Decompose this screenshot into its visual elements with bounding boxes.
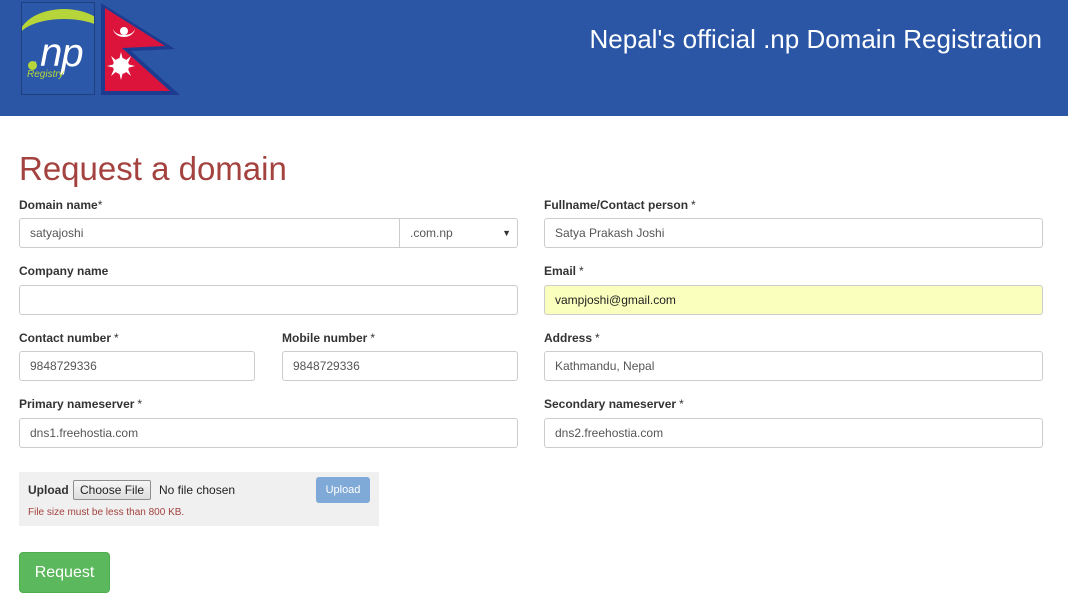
domain-name-input[interactable]: satyajoshi [19,218,400,248]
primary-nameserver-label: Primary nameserver * [19,397,142,411]
secondary-nameserver-input[interactable]: dns2.freehostia.com [544,418,1043,448]
required-mark: * [595,331,600,345]
site-header: .np Registry Nepal's official .np Domain… [0,0,1068,116]
upload-label: Upload [28,483,69,497]
contact-number-label-text: Contact number [19,331,112,345]
primary-nameserver-input[interactable]: dns1.freehostia.com [19,418,518,448]
tld-select[interactable]: .com.np ▼ [399,218,518,248]
fullname-input[interactable]: Satya Prakash Joshi [544,218,1043,248]
required-mark: * [579,264,584,278]
choose-file-button[interactable]: Choose File [73,480,152,500]
chevron-down-icon: ▼ [502,228,511,238]
required-mark: * [679,397,684,411]
contact-number-label: Contact number * [19,331,119,345]
mobile-number-label-text: Mobile number [282,331,368,345]
email-label-text: Email [544,264,577,278]
required-mark: * [114,331,119,345]
company-name-label: Company name [19,264,109,278]
required-mark: * [97,198,103,212]
request-button[interactable]: Request [19,552,110,593]
domain-name-label: Domain name* [19,198,102,212]
required-mark: * [137,397,143,411]
primary-nameserver-label-text: Primary nameserver [19,397,135,411]
file-status-text: No file chosen [159,483,236,497]
file-size-note: File size must be less than 800 KB. [28,507,185,518]
page-title: Request a domain [19,150,287,187]
domain-name-label-text: Domain name [19,198,98,212]
address-label: Address * [544,331,600,345]
address-input[interactable]: Kathmandu, Nepal [544,351,1043,381]
mobile-number-input[interactable]: 9848729336 [282,351,518,381]
contact-number-input[interactable]: 9848729336 [19,351,255,381]
required-mark: * [370,331,376,345]
logo-registry-text: Registry [27,69,64,80]
required-mark: * [691,198,696,212]
secondary-nameserver-label-text: Secondary nameserver [544,397,677,411]
np-registry-logo[interactable]: .np Registry [21,2,95,95]
fullname-label: Fullname/Contact person * [544,198,696,212]
company-name-input[interactable] [19,285,518,315]
mobile-number-label: Mobile number * [282,331,375,345]
nepal-flag-icon [101,3,180,95]
upload-button[interactable]: Upload [316,477,370,503]
email-field[interactable]: vampjoshi@gmail.com [544,285,1043,315]
secondary-nameserver-label: Secondary nameserver * [544,397,684,411]
email-label: Email * [544,264,584,278]
upload-panel: Upload Choose File No file chosen Upload… [19,472,379,526]
site-title: Nepal's official .np Domain Registration [589,24,1043,54]
fullname-label-text: Fullname/Contact person [544,198,689,212]
address-label-text: Address [544,331,593,345]
tld-selected-value: .com.np [410,226,453,240]
